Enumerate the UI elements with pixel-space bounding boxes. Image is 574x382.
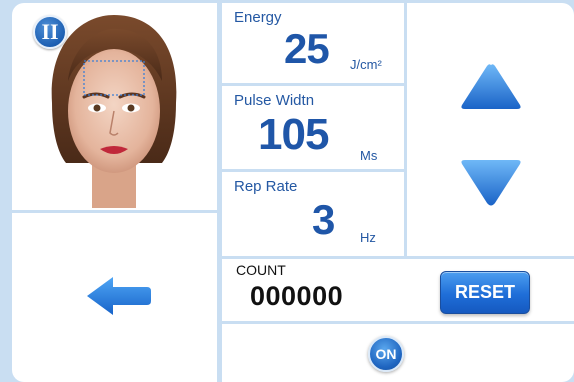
count-label: COUNT	[236, 262, 286, 278]
rep-rate-value: 3	[312, 196, 335, 243]
count-panel: COUNT 000000 RESET	[222, 259, 574, 321]
back-panel	[12, 213, 217, 382]
energy-label: Energy	[234, 9, 282, 26]
power-panel: ON	[222, 324, 574, 382]
rep-rate-label: Rep Rate	[234, 178, 298, 195]
on-button[interactable]: ON	[368, 336, 404, 372]
energy-value: 25	[284, 25, 330, 72]
reset-button[interactable]: RESET	[440, 271, 530, 314]
pulse-width-unit: Ms	[360, 148, 378, 163]
pulse-width-label: Pulse Widtn	[234, 92, 315, 109]
pulse-width-value: 105	[258, 110, 329, 159]
count-value: 000000	[250, 281, 344, 311]
up-triangle-icon[interactable]	[459, 61, 523, 111]
energy-cell[interactable]: Energy 25 J/cm²	[222, 3, 404, 83]
pulse-width-cell[interactable]: Pulse Widtn 105 Ms	[222, 86, 404, 169]
energy-unit: J/cm²	[350, 57, 382, 72]
left-arrow-icon[interactable]	[85, 275, 151, 317]
adjust-panel	[407, 3, 574, 256]
rep-rate-unit: Hz	[360, 230, 376, 245]
rep-rate-cell[interactable]: Rep Rate 3 Hz	[222, 172, 404, 256]
treatment-area-panel: II	[12, 3, 217, 210]
mode-badge[interactable]: II	[33, 15, 67, 49]
down-triangle-icon[interactable]	[459, 158, 523, 208]
